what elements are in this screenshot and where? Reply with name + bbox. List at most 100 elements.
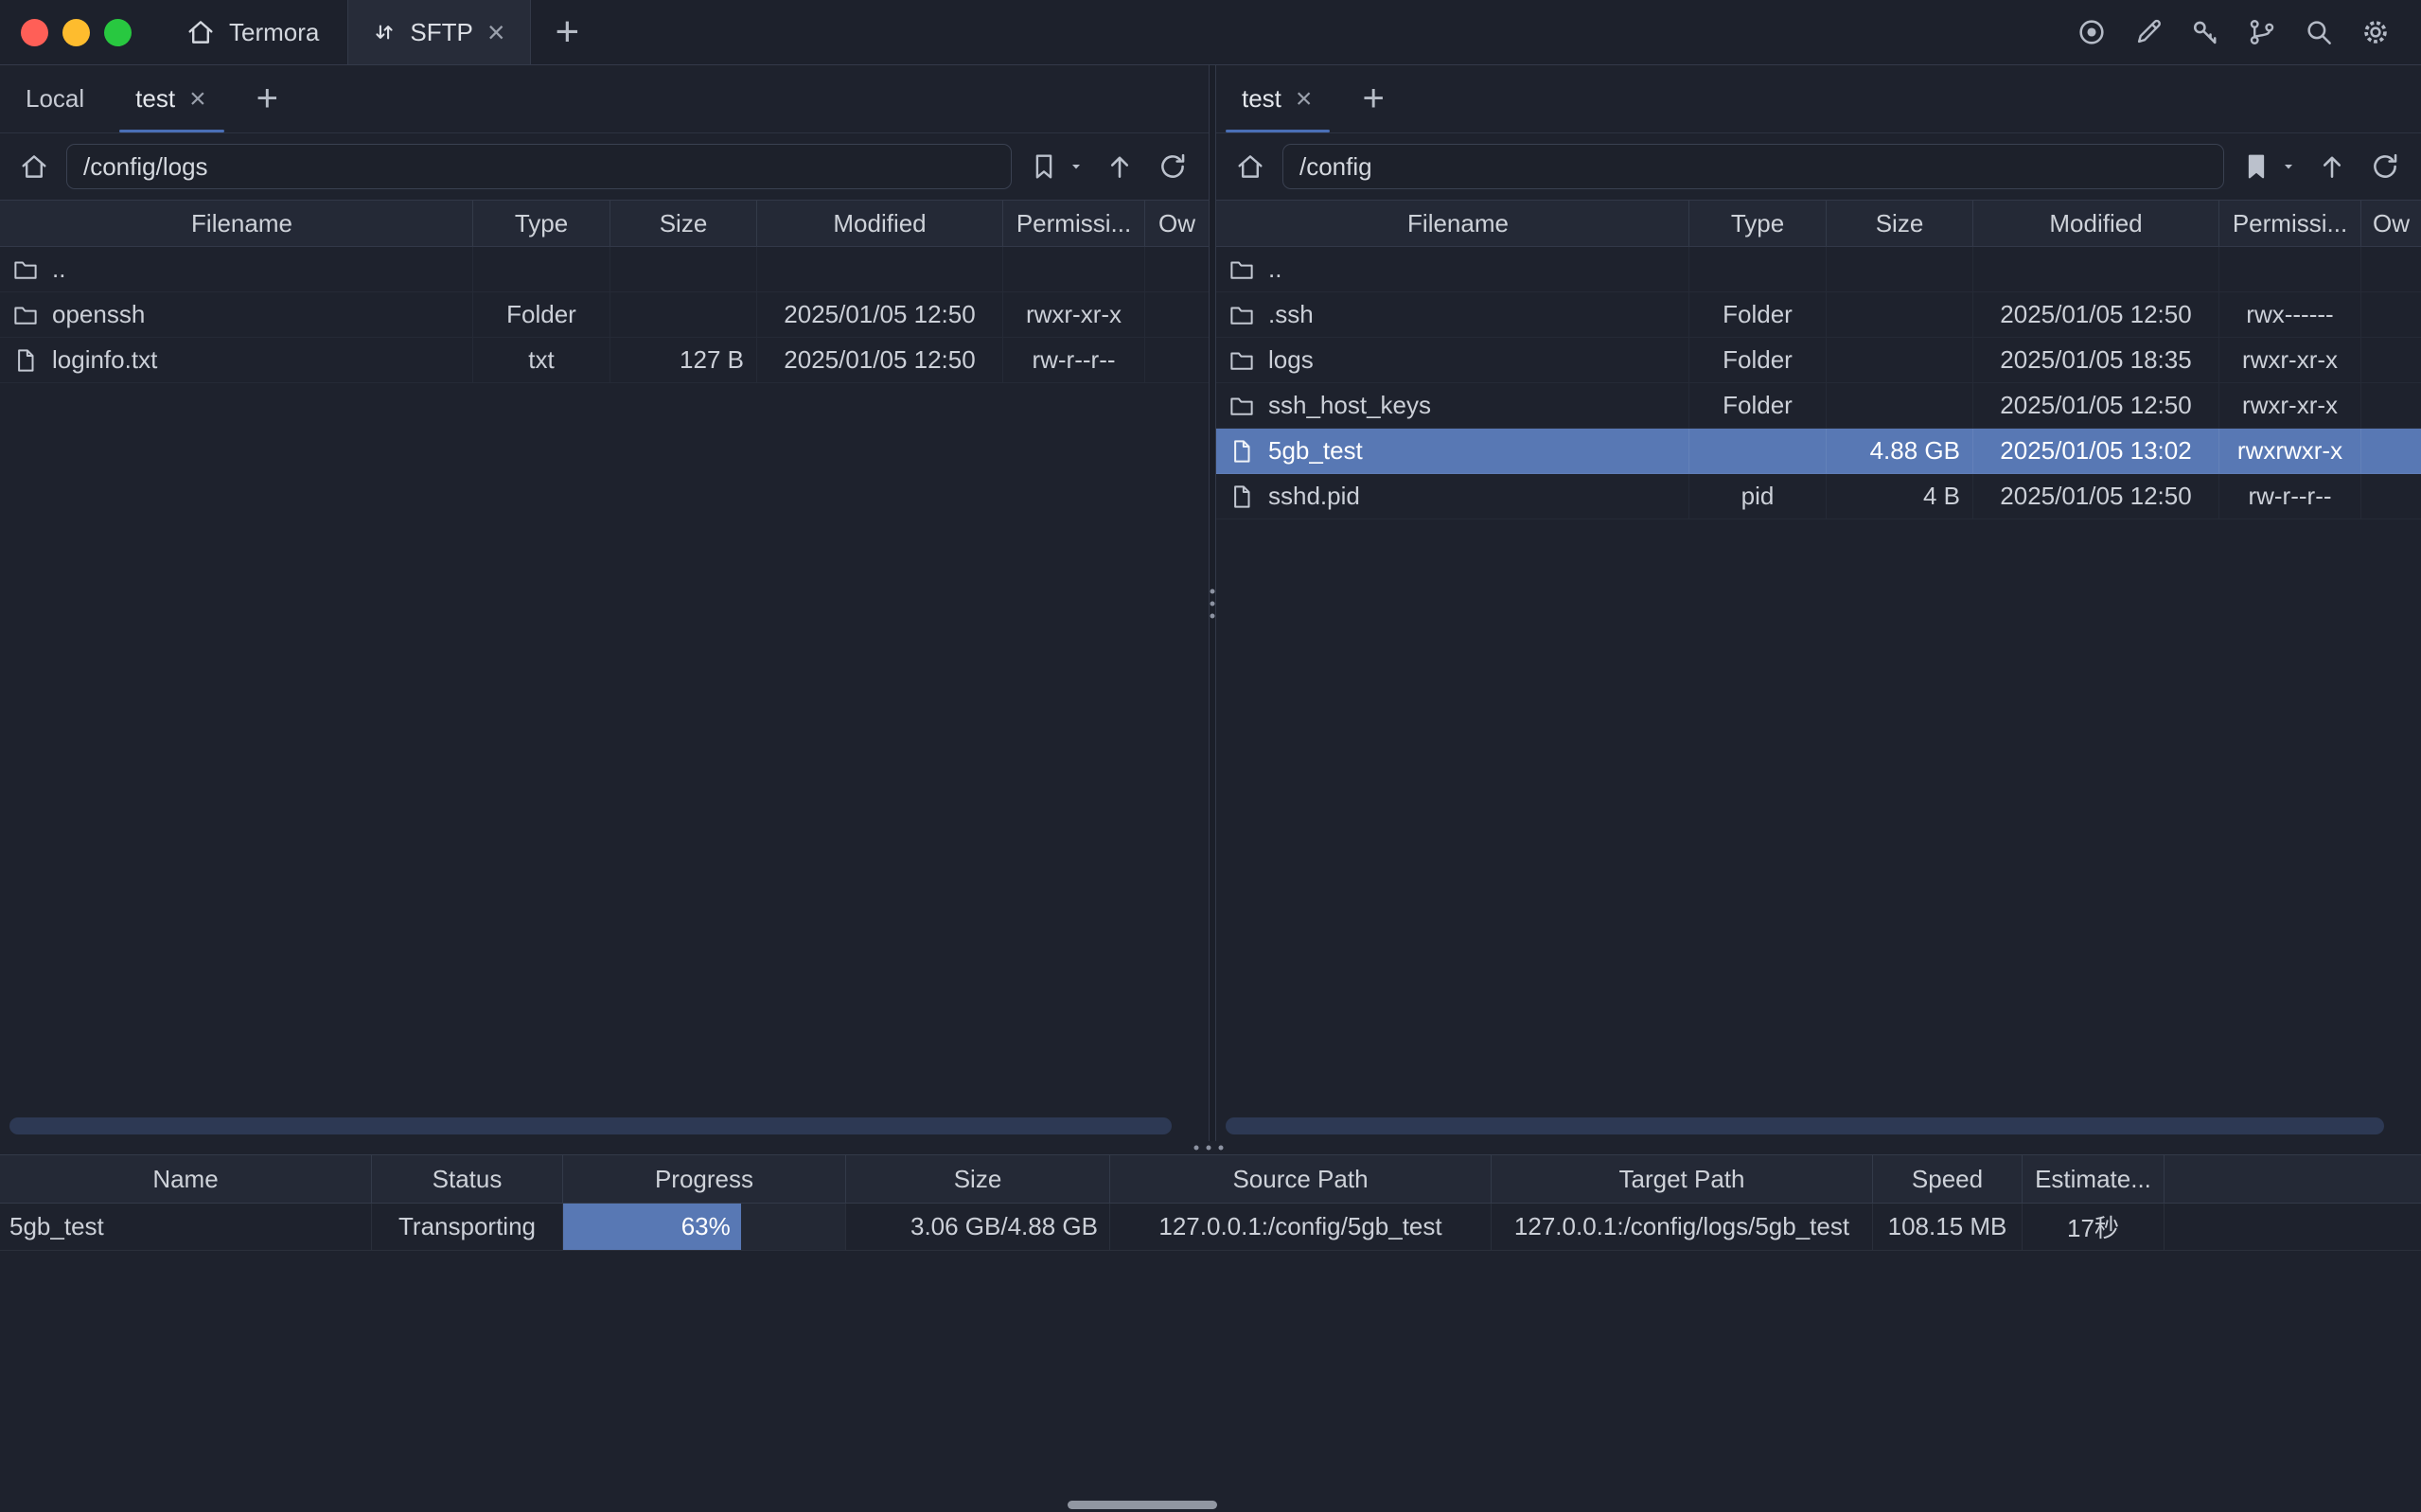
tab-test-left[interactable]: test ×: [110, 65, 233, 132]
parent-directory-icon[interactable]: [1099, 146, 1140, 187]
key-icon[interactable]: [2186, 13, 2224, 51]
path-input-right[interactable]: [1282, 144, 2224, 189]
new-tab-button-right[interactable]: +: [1339, 65, 1406, 132]
settings-icon[interactable]: [2357, 13, 2394, 51]
size-cell: [610, 247, 757, 291]
type-cell: [1689, 429, 1827, 473]
table-row[interactable]: ..: [1216, 247, 2421, 292]
column-header-filename[interactable]: Filename: [0, 201, 473, 246]
refresh-icon[interactable]: [1152, 146, 1193, 187]
size-cell: 127 B: [610, 338, 757, 382]
tab-sftp-label: SFTP: [410, 18, 472, 47]
new-window-tab-button[interactable]: +: [531, 0, 605, 64]
tab-termora-home[interactable]: Termora: [156, 0, 347, 64]
column-header-type[interactable]: Type: [1689, 201, 1827, 246]
horizontal-scrollbar-right[interactable]: [1226, 1117, 2408, 1134]
table-row[interactable]: ..: [0, 247, 1209, 292]
record-icon[interactable]: [2073, 13, 2111, 51]
transfer-status: Transporting: [372, 1204, 563, 1250]
table-row[interactable]: ssh_host_keys Folder 2025/01/05 12:50 rw…: [1216, 383, 2421, 429]
column-header-permissions[interactable]: Permissi...: [1003, 201, 1145, 246]
parent-directory-icon[interactable]: [2311, 146, 2353, 187]
table-row[interactable]: .ssh Folder 2025/01/05 12:50 rwx------: [1216, 292, 2421, 338]
column-header-source-path[interactable]: Source Path: [1110, 1155, 1492, 1203]
transfer-speed: 108.15 MB: [1873, 1204, 2023, 1250]
owner-cell: [1145, 292, 1209, 337]
close-tab-icon[interactable]: ×: [486, 17, 507, 47]
close-tab-icon[interactable]: ×: [187, 85, 208, 114]
owner-cell: [2361, 292, 2421, 337]
edit-icon[interactable]: [2129, 13, 2167, 51]
tab-local[interactable]: Local: [0, 65, 110, 132]
new-tab-button-left[interactable]: +: [234, 65, 301, 132]
bookmark-filled-icon[interactable]: [2235, 146, 2277, 187]
local-panel: Local test × + Filename: [0, 65, 1209, 1141]
file-panels: Local test × + Filename: [0, 65, 2421, 1141]
transfer-splitter-horizontal[interactable]: [0, 1141, 2421, 1154]
column-header-name[interactable]: Name: [0, 1155, 372, 1203]
filename: ..: [1268, 255, 1281, 284]
owner-cell: [2361, 474, 2421, 519]
transfer-empty-area: [0, 1251, 2421, 1512]
column-header-progress[interactable]: Progress: [563, 1155, 846, 1203]
horizontal-scrollbar-transfer[interactable]: [1068, 1501, 1217, 1509]
owner-cell: [2361, 429, 2421, 473]
close-tab-icon[interactable]: ×: [1294, 85, 1315, 114]
path-input-left[interactable]: [66, 144, 1012, 189]
column-header-modified[interactable]: Modified: [757, 201, 1003, 246]
close-window-button[interactable]: [21, 19, 48, 46]
search-icon[interactable]: [2300, 13, 2338, 51]
column-header-owner[interactable]: Ow: [2361, 201, 2421, 246]
table-row[interactable]: loginfo.txt txt 127 B 2025/01/05 12:50 r…: [0, 338, 1209, 383]
column-header-owner[interactable]: Ow: [1145, 201, 1209, 246]
home-icon[interactable]: [13, 146, 55, 187]
column-header-status[interactable]: Status: [372, 1155, 563, 1203]
panel-splitter-vertical[interactable]: [1209, 65, 1216, 1141]
column-header-target-path[interactable]: Target Path: [1492, 1155, 1873, 1203]
type-cell: pid: [1689, 474, 1827, 519]
transfer-progress-cell: 63%: [563, 1204, 846, 1250]
minimize-window-button[interactable]: [62, 19, 90, 46]
filename: ssh_host_keys: [1268, 391, 1431, 420]
bookmark-icon[interactable]: [1023, 146, 1065, 187]
column-header-size[interactable]: Size: [1827, 201, 1973, 246]
permissions-cell: rwx------: [2219, 292, 2361, 337]
progress-label: 63%: [681, 1212, 731, 1241]
tab-test-right[interactable]: test ×: [1216, 65, 1339, 132]
folder-icon: [1228, 346, 1256, 375]
titlebar: Termora SFTP × +: [0, 0, 2421, 65]
transfer-name: 5gb_test: [0, 1204, 372, 1250]
chevron-down-icon[interactable]: [2277, 146, 2300, 187]
splitter-grip-icon: [1194, 1146, 1224, 1151]
modified-cell: 2025/01/05 12:50: [1973, 474, 2219, 519]
permissions-cell: rwxrwxr-x: [2219, 429, 2361, 473]
column-header-estimate[interactable]: Estimate...: [2023, 1155, 2165, 1203]
table-row[interactable]: openssh Folder 2025/01/05 12:50 rwxr-xr-…: [0, 292, 1209, 338]
filename: openssh: [52, 300, 145, 329]
chevron-down-icon[interactable]: [1065, 146, 1087, 187]
tab-sftp[interactable]: SFTP ×: [347, 0, 530, 64]
table-row[interactable]: logs Folder 2025/01/05 18:35 rwxr-xr-x: [1216, 338, 2421, 383]
table-row-selected[interactable]: 5gb_test 4.88 GB 2025/01/05 13:02 rwxrwx…: [1216, 429, 2421, 474]
branch-icon[interactable]: [2243, 13, 2281, 51]
right-table-header: Filename Type Size Modified Permissi... …: [1216, 200, 2421, 247]
column-header-filename[interactable]: Filename: [1216, 201, 1689, 246]
column-header-size[interactable]: Size: [846, 1155, 1110, 1203]
owner-cell: [2361, 338, 2421, 382]
column-header-speed[interactable]: Speed: [1873, 1155, 2023, 1203]
scrollbar-thumb[interactable]: [1226, 1117, 2384, 1134]
horizontal-scrollbar-left[interactable]: [9, 1117, 1195, 1134]
refresh-icon[interactable]: [2364, 146, 2406, 187]
remote-panel: test × + Filename Type Size Modifie: [1216, 65, 2421, 1141]
table-row[interactable]: sshd.pid pid 4 B 2025/01/05 12:50 rw-r--…: [1216, 474, 2421, 519]
size-cell: 4.88 GB: [1827, 429, 1973, 473]
transfer-row[interactable]: 5gb_test Transporting 63% 3.06 GB/4.88 G…: [0, 1204, 2421, 1251]
home-icon[interactable]: [1229, 146, 1271, 187]
zoom-window-button[interactable]: [104, 19, 132, 46]
column-header-size[interactable]: Size: [610, 201, 757, 246]
transfer-target-path: 127.0.0.1:/config/logs/5gb_test: [1492, 1204, 1873, 1250]
column-header-type[interactable]: Type: [473, 201, 610, 246]
column-header-permissions[interactable]: Permissi...: [2219, 201, 2361, 246]
column-header-modified[interactable]: Modified: [1973, 201, 2219, 246]
scrollbar-thumb[interactable]: [9, 1117, 1172, 1134]
